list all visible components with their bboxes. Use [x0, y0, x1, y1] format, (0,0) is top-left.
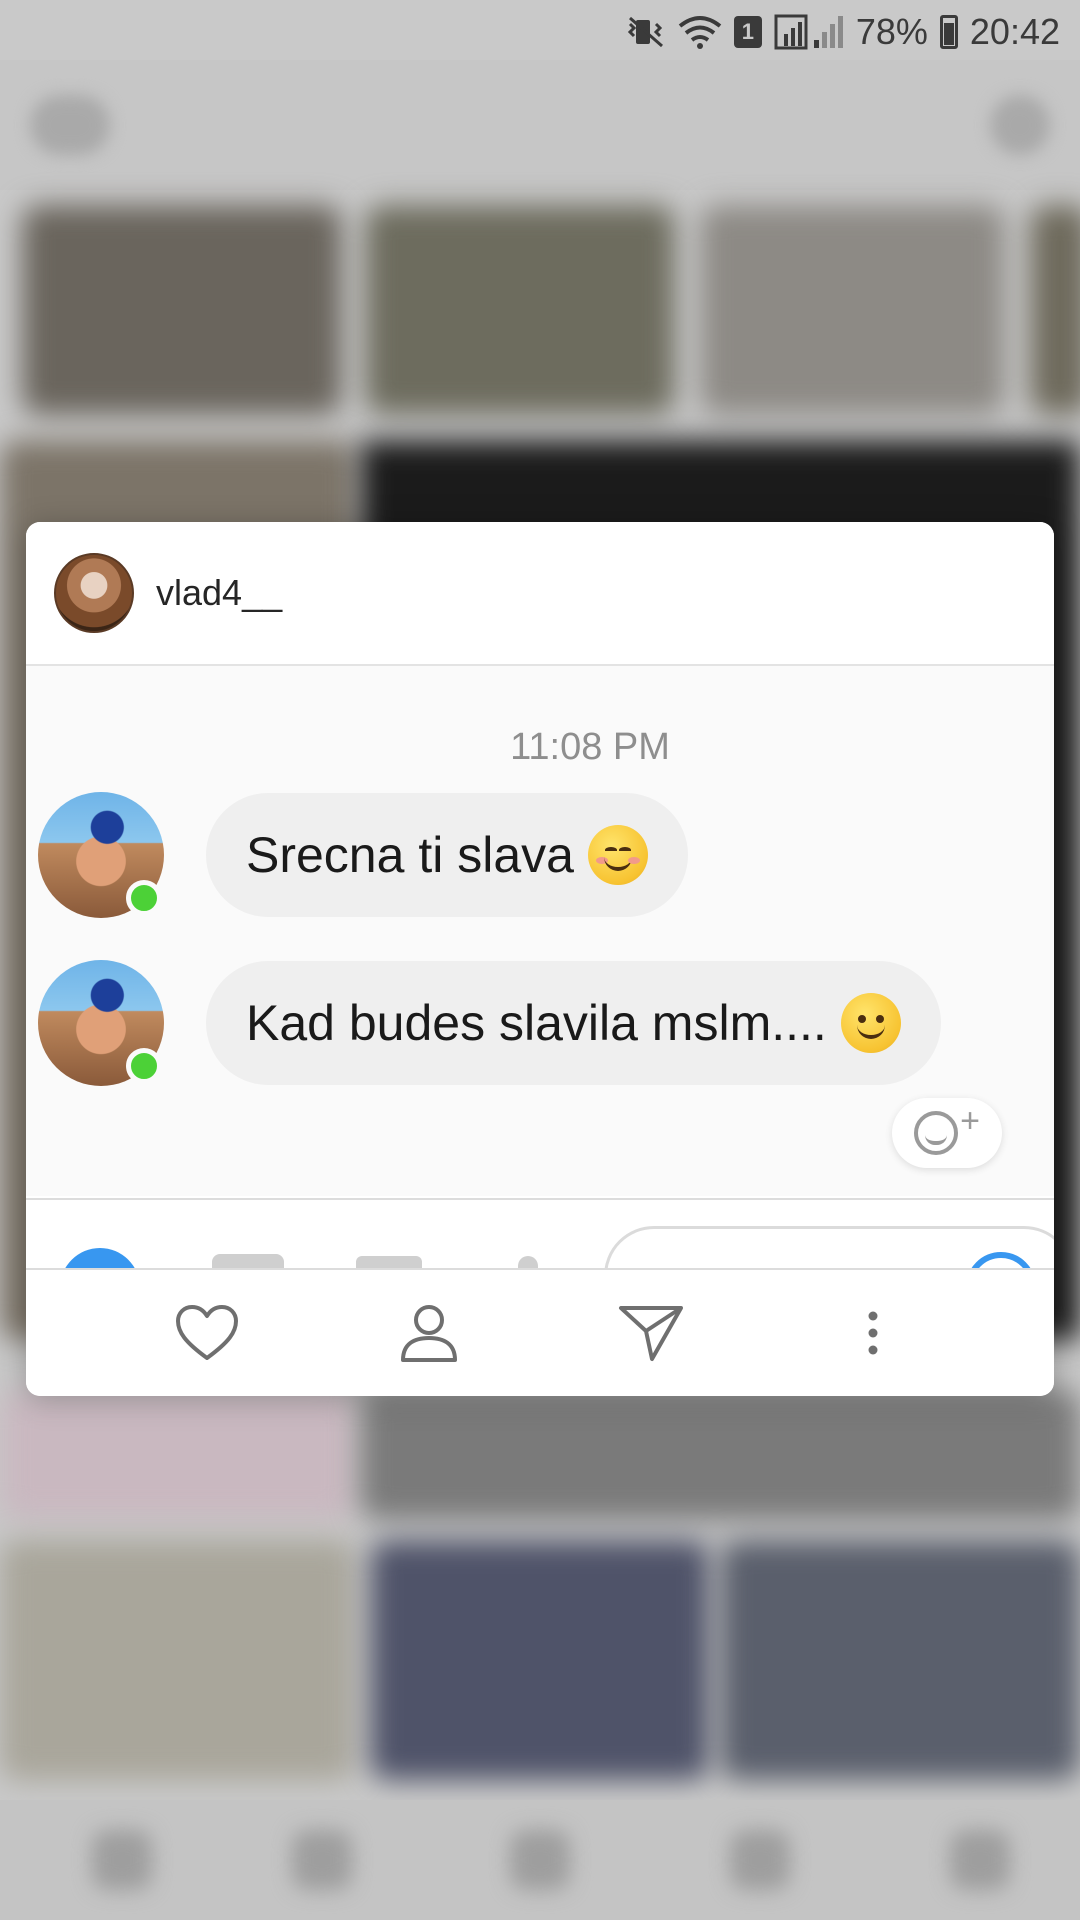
message-text: Srecna ti slava [246, 827, 574, 883]
background-post [720, 1540, 1080, 1780]
background-nav-icon [510, 1830, 570, 1890]
message-row: Srecna ti slava [38, 792, 688, 918]
battery-percent: 78% [855, 11, 928, 52]
profile-icon [401, 1305, 457, 1362]
background-post [360, 1390, 1080, 1520]
signal-icon [774, 14, 844, 50]
camera-shortcut-button[interactable] [60, 1248, 140, 1270]
battery-icon [939, 15, 958, 49]
background-nav-icon [92, 1830, 152, 1890]
clock: 20:42 [969, 11, 1060, 52]
status-bar: 1 78% 20:42 [0, 0, 1080, 64]
background-post [370, 1540, 710, 1780]
slightly-smiling-face-emoji-icon [840, 993, 901, 1053]
background-story-thumbnail [365, 205, 675, 415]
message-timestamp: 11:08 PM [510, 726, 670, 768]
vibrate-mute-icon [626, 14, 666, 50]
heart-icon [176, 1305, 238, 1360]
username[interactable]: vlad4__ [156, 572, 282, 614]
message-bubble[interactable]: Srecna ti slava [206, 793, 688, 917]
add-reaction-button[interactable]: + [892, 1098, 1002, 1168]
sim-indicator: 1 [733, 16, 762, 48]
background-story-thumbnail [22, 205, 342, 415]
background-nav-icon [730, 1830, 790, 1890]
like-button[interactable] [162, 1288, 252, 1378]
sender-avatar[interactable] [38, 960, 164, 1086]
background-nav-icon [292, 1830, 352, 1890]
background-post [0, 1540, 355, 1780]
background-nav-icon [950, 1830, 1010, 1890]
message-text: Kad budes slavila mslm.... [246, 995, 827, 1051]
message-bubble[interactable]: Kad budes slavila mslm.... [206, 961, 941, 1085]
wifi-icon [678, 14, 722, 50]
background-story-thumbnail [1030, 205, 1080, 415]
view-profile-button[interactable] [384, 1288, 474, 1378]
emoji-face-icon [914, 1111, 959, 1155]
message-row: Kad budes slavila mslm.... [38, 960, 941, 1086]
background-settings-icon [990, 95, 1050, 155]
more-options-button[interactable] [828, 1288, 918, 1378]
card-header[interactable]: vlad4__ [26, 522, 1054, 666]
background-search-icon [30, 95, 110, 155]
more-vertical-icon [868, 1311, 878, 1355]
message-preview-card: vlad4__ 11:08 PM Srecna ti slava Kad bud… [26, 522, 1054, 1396]
profile-avatar[interactable] [54, 553, 134, 633]
preview-action-bar [26, 1268, 1054, 1396]
online-status-indicator [126, 1048, 162, 1084]
share-button[interactable] [606, 1288, 696, 1378]
online-status-indicator [126, 880, 162, 916]
plus-icon: + [960, 1101, 980, 1140]
message-composer [26, 1198, 1054, 1270]
background-top-bar [0, 60, 1080, 190]
background-post [0, 1390, 355, 1520]
sender-avatar[interactable] [38, 792, 164, 918]
send-icon [619, 1306, 683, 1361]
background-story-thumbnail [700, 205, 1005, 415]
smiling-face-emoji-icon [587, 825, 648, 885]
